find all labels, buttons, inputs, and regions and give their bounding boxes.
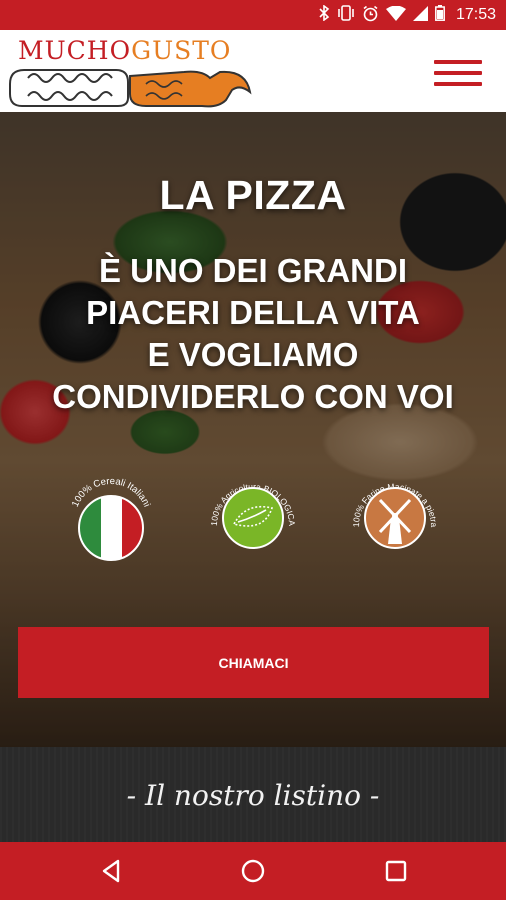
- site-header: MUCHOGUSTO: [0, 30, 506, 114]
- listino-section: - Il nostro listino -: [0, 747, 506, 842]
- home-icon[interactable]: [238, 856, 268, 886]
- android-nav-bar: [0, 842, 506, 900]
- status-bar: 17:53: [0, 0, 506, 30]
- hero-subtitle-line: E VOGLIAMO: [147, 336, 359, 373]
- badge-agricoltura-biologica: 100% Agricoltura BIOLOGICA: [208, 472, 298, 562]
- hero-subtitle: È UNO DEI GRANDI PIACERI DELLA VITA E VO…: [0, 250, 506, 418]
- wifi-icon: [385, 5, 406, 25]
- quality-badges: 100% Cereali Italiani 100% Agricoltura B…: [0, 472, 506, 562]
- hero-section: LA PIZZA È UNO DEI GRANDI PIACERI DELLA …: [0, 112, 506, 747]
- badge-cereali-italiani: 100% Cereali Italiani: [66, 472, 156, 562]
- hamburger-menu-icon[interactable]: [434, 60, 482, 86]
- bluetooth-icon: [319, 4, 330, 25]
- eu-organic-leaf-icon: [222, 487, 284, 549]
- vibrate-icon: [337, 5, 355, 25]
- listino-title[interactable]: - Il nostro listino -: [0, 779, 506, 812]
- logo-pasta-illustration: [9, 69, 252, 108]
- call-button[interactable]: CHIAMACI: [18, 627, 489, 698]
- hero-subtitle-line: È UNO DEI GRANDI: [98, 252, 408, 289]
- italian-flag-icon: [78, 495, 144, 561]
- alarm-icon: [362, 5, 379, 26]
- hero-title: LA PIZZA: [159, 172, 347, 218]
- hero-subtitle-line: PIACERI DELLA VITA: [86, 294, 420, 331]
- badge-farine-macinate: 100% Farine Macinate a pietra: [350, 472, 440, 562]
- signal-icon: [412, 5, 428, 25]
- hero-subtitle-line: CONDIVIDERLO CON VOI: [52, 378, 454, 415]
- mucho-gusto-logo[interactable]: MUCHOGUSTO: [6, 34, 256, 108]
- recents-icon[interactable]: [381, 856, 411, 886]
- back-icon[interactable]: [96, 856, 126, 886]
- windmill-icon: [364, 487, 426, 549]
- status-time: 17:53: [455, 6, 496, 23]
- battery-icon: [435, 5, 445, 25]
